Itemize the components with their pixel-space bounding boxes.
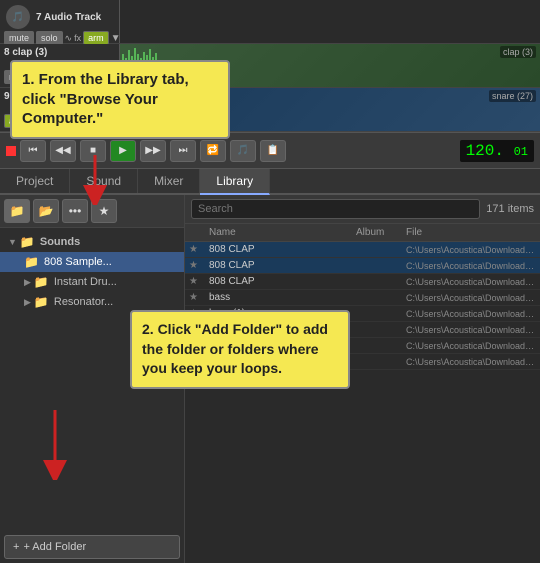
file-star-0[interactable]: ★: [189, 244, 209, 255]
file-star-2[interactable]: ★: [189, 276, 209, 287]
file-path-2: C:\Users\Acoustica\Downloads...: [406, 277, 536, 287]
resonator-folder-icon: 📁: [34, 295, 49, 309]
file-name-0: 808 CLAP: [209, 244, 356, 255]
file-path-4: C:\Users\Acoustica\Downloads...: [406, 309, 536, 319]
file-path-0: C:\Users\Acoustica\Downloads...: [406, 245, 536, 255]
file-list-header: Name Album File: [185, 224, 540, 242]
stop-btn[interactable]: ■: [80, 140, 106, 162]
sidebar-item-instant[interactable]: ▶ 📁 Instant Dru...: [0, 272, 184, 292]
file-path-7: C:\Users\Acoustica\Downloads...: [406, 357, 536, 367]
tabs-row: Project Sound Mixer Library: [0, 169, 540, 195]
808-folder-icon: 📁: [24, 255, 39, 269]
tooltip-1: 1. From the Library tab, click "Browse Y…: [10, 60, 230, 139]
audio-dropdown-icon[interactable]: ▼: [111, 33, 121, 44]
tooltip-2-text: 2. Click "Add Folder" to add the folder …: [142, 321, 328, 376]
file-path-5: C:\Users\Acoustica\Downloads...: [406, 325, 536, 335]
file-star-1[interactable]: ★: [189, 260, 209, 271]
tab-sound[interactable]: Sound: [70, 169, 138, 193]
tooltip-2: 2. Click "Add Folder" to add the folder …: [130, 310, 350, 389]
file-row-2[interactable]: ★ 808 CLAP C:\Users\Acoustica\Downloads.…: [185, 274, 540, 290]
sounds-chevron: ▼: [8, 237, 17, 247]
add-folder-label: + Add Folder: [23, 541, 86, 553]
col-header-file[interactable]: File: [406, 227, 536, 238]
file-row-0[interactable]: ★ 808 CLAP C:\Users\Acoustica\Downloads.…: [185, 242, 540, 258]
audio-track-name: 7 Audio Track: [36, 12, 101, 23]
add-folder-btn[interactable]: + + Add Folder: [4, 535, 180, 559]
audio-solo-btn[interactable]: solo: [36, 31, 63, 45]
instant-chevron: ▶: [24, 277, 31, 288]
resonator-chevron: ▶: [24, 297, 31, 308]
audio-track-label: 🎵 7 Audio Track mute solo ∿ fx arm ▼: [0, 0, 120, 43]
audio-arm-btn[interactable]: arm: [83, 31, 109, 45]
score-btn[interactable]: 📋: [260, 140, 286, 162]
sidebar-browse-btn[interactable]: 📁: [4, 199, 30, 223]
audio-fx-btn[interactable]: fx: [74, 33, 81, 43]
sidebar-star-btn[interactable]: ★: [91, 199, 117, 223]
audio-fx-label: ∿: [65, 33, 73, 44]
col-header-name[interactable]: Name: [209, 227, 356, 238]
tab-mixer[interactable]: Mixer: [138, 169, 200, 193]
tab-library[interactable]: Library: [200, 169, 270, 195]
sounds-label: Sounds: [40, 236, 80, 248]
search-input[interactable]: [191, 199, 480, 219]
sidebar-folder-btn[interactable]: 📂: [33, 199, 59, 223]
file-name-1: 808 CLAP: [209, 260, 356, 271]
file-path-1: C:\Users\Acoustica\Downloads...: [406, 261, 536, 271]
file-path-3: C:\Users\Acoustica\Downloads...: [406, 293, 536, 303]
file-path-6: C:\Users\Acoustica\Downloads...: [406, 341, 536, 351]
tooltip-1-text: 1. From the Library tab, click "Browse Y…: [22, 71, 189, 127]
sounds-folder-icon: 📁: [20, 235, 35, 249]
tempo-display: 120. 01: [460, 140, 534, 162]
fast-forward-btn[interactable]: ▶▶: [140, 140, 166, 162]
audio-track-controls: mute solo ∿ fx arm ▼: [4, 31, 115, 45]
add-folder-icon: +: [13, 541, 19, 553]
audio-track-row: 🎵 7 Audio Track mute solo ∿ fx arm ▼: [0, 0, 540, 44]
search-bar: 171 items: [185, 195, 540, 224]
file-list: ★ 808 CLAP C:\Users\Acoustica\Downloads.…: [185, 242, 540, 563]
loop-btn[interactable]: 🔁: [200, 140, 226, 162]
col-header-star: [189, 227, 209, 238]
go-start-btn[interactable]: ⏮: [20, 140, 46, 162]
808-label: 808 Sample...: [44, 256, 112, 268]
audio-track-icon: 🎵: [6, 5, 30, 29]
clap-track-name: 8 clap (3): [4, 47, 47, 58]
file-name-3: bass: [209, 292, 356, 303]
instant-label: Instant Dru...: [54, 276, 117, 288]
sidebar-toolbar: 📁 📂 ••• ★: [0, 195, 184, 228]
rewind-btn[interactable]: ◀◀: [50, 140, 76, 162]
item-count: 171 items: [486, 203, 534, 215]
sidebar-more-btn[interactable]: •••: [62, 199, 88, 223]
audio-mute-btn[interactable]: mute: [4, 31, 34, 45]
file-row-3[interactable]: ★ bass C:\Users\Acoustica\Downloads...: [185, 290, 540, 306]
audio-waveform: [120, 0, 540, 43]
sidebar-item-resonator[interactable]: ▶ 📁 Resonator...: [0, 292, 184, 312]
sounds-tree-parent[interactable]: ▼ 📁 Sounds: [0, 232, 184, 252]
play-btn[interactable]: ▶: [110, 140, 136, 162]
rec-dot: [6, 146, 16, 156]
sidebar-item-808[interactable]: 📁 808 Sample...: [0, 252, 184, 272]
metronome-btn[interactable]: 🎵: [230, 140, 256, 162]
go-end-btn[interactable]: ⏭: [170, 140, 196, 162]
file-star-3[interactable]: ★: [189, 292, 209, 303]
tab-project[interactable]: Project: [0, 169, 70, 193]
file-name-2: 808 CLAP: [209, 276, 356, 287]
col-header-album[interactable]: Album: [356, 227, 406, 238]
instant-folder-icon: 📁: [34, 275, 49, 289]
file-row-1[interactable]: ★ 808 CLAP C:\Users\Acoustica\Downloads.…: [185, 258, 540, 274]
resonator-label: Resonator...: [54, 296, 113, 308]
